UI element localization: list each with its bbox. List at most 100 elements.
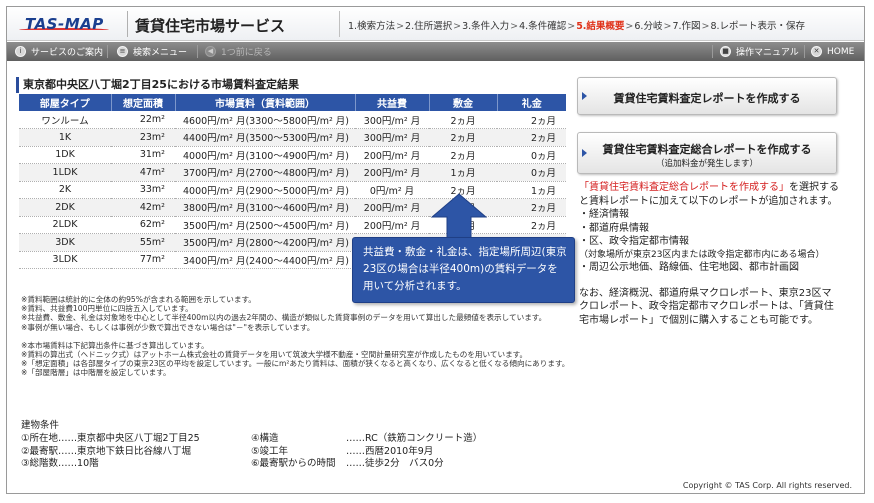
note-line: ※共益費、敷金、礼金は対象地を中心として半径400m以内の過去2年間の、構造が類…: [21, 313, 547, 323]
step-8[interactable]: 8.レポート表示・保存: [710, 21, 805, 32]
step-1[interactable]: 1.検索方法: [348, 21, 395, 32]
nav-divider: [107, 45, 108, 58]
notes-block-2: ※本市場賃料は下記算出条件に基づき算出しています。 ※賃料の算出式（ヘドニック式）…: [21, 341, 571, 378]
result-title: 東京都中央区八丁堀2丁目25における市場賃料査定結果: [16, 77, 564, 93]
building-condition-row: ③総階数‥‥‥10階 ⑥最寄駅からの時間 ‥‥‥徒歩2分 バス0分: [21, 458, 561, 471]
home-button[interactable]: ✕ HOME: [811, 44, 854, 59]
home-label: HOME: [827, 46, 855, 57]
step-5[interactable]: 5.結果概要: [576, 21, 624, 32]
building-condition-key: ⑥最寄駅からの時間: [251, 458, 336, 469]
additional-report-item: （対象場所が東京23区内または政令指定都市内にある場合）: [579, 249, 825, 260]
table-cell: 3500円/m² 月(2800～4200円/m² 月): [175, 233, 355, 252]
table-cell: 62m²: [111, 216, 175, 234]
create-comprehensive-report-button[interactable]: 賃貸住宅賃料査定総合レポートを作成する （追加料金が発生します）: [577, 132, 837, 174]
app-title: 賃貸住宅市場サービス: [135, 17, 286, 35]
building-conditions-list: ①所在地‥‥‥東京都中央区八丁堀2丁目25 ④構造 ‥‥‥RC（鉄筋コンクリート造）…: [21, 433, 561, 471]
manual-button[interactable]: ■ 操作マニュアル: [720, 44, 799, 59]
building-condition-value: ‥‥‥RC（鉄筋コンクリート造）: [346, 433, 483, 444]
table-cell: 23m²: [111, 128, 175, 147]
report-description-footer: なお、経済概況、都道府県マクロレポート、東京23区マクロレポート、政令指定都市マ…: [579, 287, 834, 326]
col-header-area: 想定面積: [111, 94, 176, 111]
step-arrow-icon: >: [510, 21, 519, 32]
table-cell: 200円/m² 月: [355, 146, 429, 164]
building-condition-row: ②最寄駅‥‥‥東京地下鉄日比谷線八丁堀 ⑤竣工年 ‥‥‥西暦2010年9月: [21, 446, 561, 459]
table-cell: 55m²: [111, 233, 175, 252]
table-cell: ワンルーム: [19, 111, 111, 129]
header-separator: [127, 11, 128, 37]
table-cell: 3400円/m² 月(2400～4400円/m² 月): [175, 251, 355, 269]
table-cell: 2ヵ月: [429, 111, 497, 129]
table-cell: 0円/m² 月: [355, 181, 429, 199]
table-cell: 0ヵ月: [497, 146, 566, 164]
step-4[interactable]: 4.条件確認: [519, 21, 566, 32]
step-arrow-icon: >: [396, 21, 405, 32]
note-line: ※「想定面積」は各部屋タイプの東京23区の平均を設定しています。一般にm²あたり…: [21, 359, 570, 369]
col-header-room-type: 部屋タイプ: [19, 94, 112, 111]
building-condition-value: ‥‥‥徒歩2分 バス0分: [346, 458, 444, 469]
table-cell: 3800円/m² 月(3100～4600円/m² 月): [175, 198, 355, 217]
back-button[interactable]: ◀ 1つ前に戻る: [205, 44, 272, 59]
table-cell: 1K: [19, 128, 111, 147]
table-row: 1DK 31m² 4000円/m² 月(3100～4900円/m² 月) 200円/m…: [19, 146, 566, 164]
table-cell: 3500円/m² 月(2500～4500円/m² 月): [175, 216, 355, 234]
building-conditions-title: 建物条件: [21, 420, 60, 431]
table-cell: 2LDK: [19, 216, 111, 234]
logo[interactable]: TAS-MAP: [19, 12, 115, 36]
col-header-deposit: 敷金: [429, 94, 498, 111]
table-cell: 3700円/m² 月(2700～4800円/m² 月): [175, 163, 355, 182]
table-header-row: 部屋タイプ 想定面積 市場賃料（賃料範囲） 共益費 敷金 礼金: [19, 94, 566, 111]
search-menu-icon: ≡: [117, 46, 128, 57]
building-condition-left: ③総階数‥‥‥10階: [21, 458, 99, 469]
info-icon: i: [15, 46, 26, 57]
step-7[interactable]: 7.作図: [672, 21, 700, 32]
service-guide-label: サービスのご案内: [31, 48, 104, 58]
step-arrow-icon: >: [625, 21, 634, 32]
note-line: ※「部屋階層」は中階層を設定しています。: [21, 368, 171, 378]
report-description-highlight: 「賃貸住宅賃料査定総合レポートを作成する」: [579, 182, 789, 193]
create-comprehensive-report-label: 賃貸住宅賃料査定総合レポートを作成する: [602, 143, 812, 156]
table-cell: 4600円/m² 月(3300～5800円/m² 月): [175, 111, 355, 129]
table-cell: 2ヵ月: [429, 128, 497, 147]
table-row: ワンルーム 22m² 4600円/m² 月(3300～5800円/m² 月) 300円…: [19, 111, 566, 129]
step-2[interactable]: 2.住所選択: [405, 21, 452, 32]
nav-divider: [804, 45, 805, 58]
note-line: ※本市場賃料は下記算出条件に基づき算出しています。: [21, 340, 209, 350]
col-header-key-money: 礼金: [497, 94, 566, 111]
step-indicator: 1.検索方法>2.住所選択>3.条件入力>4.条件確認>5.結果概要>6.分岐>…: [339, 11, 859, 37]
callout-text: 共益費・敷金・礼金は、指定場所周辺(東京23区の場合は半径400m)の賃料データ…: [363, 246, 567, 292]
service-guide-button[interactable]: i サービスのご案内: [15, 44, 103, 59]
building-condition-right: ⑥最寄駅からの時間 ‥‥‥徒歩2分 バス0分: [251, 458, 551, 471]
step-6[interactable]: 6.分岐: [634, 21, 662, 32]
step-arrow-icon: >: [701, 21, 710, 32]
table-cell: 0ヵ月: [497, 163, 566, 182]
table-cell: 42m²: [111, 198, 175, 217]
table-row: 1K 23m² 4400円/m² 月(3500～5300円/m² 月) 300円/m²…: [19, 128, 566, 147]
table-cell: 200円/m² 月: [355, 216, 429, 234]
app-window: TAS-MAP 賃貸住宅市場サービス 1.検索方法>2.住所選択>3.条件入力>…: [6, 6, 865, 494]
col-header-rent: 市場賃料（賃料範囲）: [175, 94, 356, 111]
search-menu-button[interactable]: ≡ 検索メニュー: [117, 44, 187, 59]
table-cell: 4000円/m² 月(2900～5000円/m² 月): [175, 181, 355, 199]
copyright: Copyright © TAS Corp. All rights reserve…: [682, 481, 852, 490]
step-3[interactable]: 3.条件入力: [462, 21, 509, 32]
table-cell: 4000円/m² 月(3100～4900円/m² 月): [175, 146, 355, 164]
building-conditions: 建物条件 ①所在地‥‥‥東京都中央区八丁堀2丁目25 ④構造 ‥‥‥RC（鉄筋コンク…: [21, 417, 561, 471]
building-condition-left: ②最寄駅‥‥‥東京地下鉄日比谷線八丁堀: [21, 445, 192, 457]
create-rent-report-button[interactable]: 賃貸住宅賃料査定レポートを作成する: [577, 77, 837, 115]
table-cell: 31m²: [111, 146, 175, 164]
note-line: ※賃料の算出式（ヘドニック式）はアットホーム株式会社の賃貸データを用いて筑波大学…: [21, 350, 528, 360]
building-condition-key: ⑤竣工年: [251, 445, 289, 457]
back-label: 1つ前に戻る: [221, 48, 272, 58]
close-icon: ✕: [811, 46, 822, 57]
callout-tooltip: 共益費・敷金・礼金は、指定場所周辺(東京23区の場合は半径400m)の賃料データ…: [352, 237, 575, 303]
building-condition-row: ①所在地‥‥‥東京都中央区八丁堀2丁目25 ④構造 ‥‥‥RC（鉄筋コンクリート造）: [21, 433, 561, 446]
table-cell: 3DK: [19, 233, 111, 252]
additional-report-item: ・区、政令指定都市情報: [579, 236, 689, 247]
notes: ※賃料範囲は統計的に全体の約95%が含まれる範囲を示しています。 ※賃料、共益費1…: [21, 295, 571, 378]
header: TAS-MAP 賃貸住宅市場サービス 1.検索方法>2.住所選択>3.条件入力>…: [7, 7, 864, 41]
table-cell: 2DK: [19, 198, 111, 217]
table-cell: 2ヵ月: [497, 128, 566, 147]
table-cell: 200円/m² 月: [355, 198, 429, 217]
additional-report-item: ・経済情報: [579, 209, 629, 220]
table-row: 1LDK 47m² 3700円/m² 月(2700～4800円/m² 月) 200円/…: [19, 163, 566, 182]
